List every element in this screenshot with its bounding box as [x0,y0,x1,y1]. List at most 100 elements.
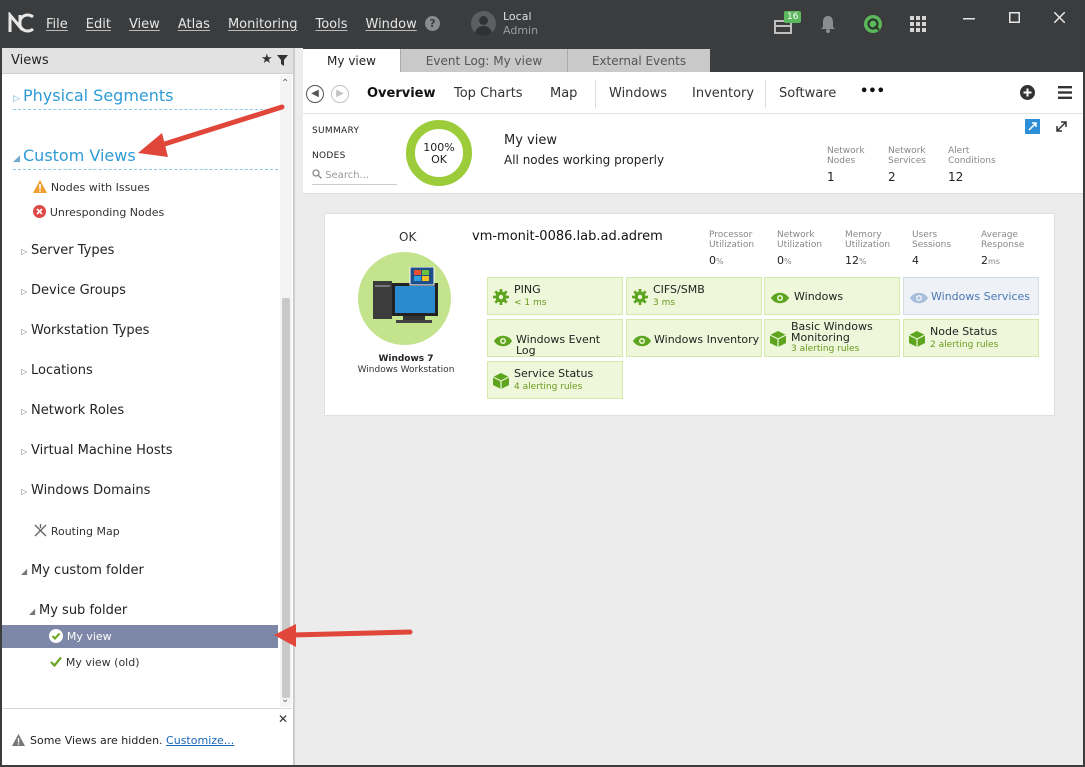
menu-file[interactable]: File [46,17,68,32]
tab-map[interactable]: Map [550,86,577,101]
node-status-circle[interactable] [358,252,451,345]
add-icon[interactable] [1020,85,1035,100]
node-hostname[interactable]: vm-monit-0086.lab.ad.adrem [472,229,663,244]
popout-icon[interactable] [1054,119,1069,134]
monitor-title: PING [514,283,541,296]
apps-grid-icon[interactable] [910,16,926,32]
nodes-search[interactable]: Search... [312,169,397,185]
monitor-windows-event-log[interactable]: Windows Event Log [487,319,623,357]
folder-label: Server Types [31,243,115,258]
tab-overview[interactable]: Overview [367,86,436,101]
monitor-title: Node Status [930,325,998,338]
more-tabs-icon[interactable]: ••• [860,84,885,99]
back-arrow-icon[interactable]: ◀ [306,85,324,103]
metric-processor-label: Processor Utilization [709,230,755,250]
menu-view[interactable]: View [129,17,160,32]
views-panel-title: Views [11,53,49,68]
stat-network-nodes-value[interactable]: 1 [827,170,835,184]
tree-unresponding-nodes[interactable]: Unresponding Nodes [33,205,164,219]
error-icon [33,205,46,218]
hamburger-menu-icon[interactable] [1058,86,1072,99]
menu-window[interactable]: Window [366,17,417,32]
stat-alert-conditions-value[interactable]: 12 [948,170,963,184]
tree-folder-workstation-types[interactable]: ▷ Workstation Types [21,323,149,338]
hidden-views-message: Some Views are hidden. Customize... [30,734,234,747]
menu-tools[interactable]: Tools [315,17,347,32]
metric-sessions-label: Users Sessions [912,230,952,250]
tree-my-custom-folder[interactable]: ◢ My custom folder [21,563,144,578]
collapse-arrow-icon[interactable]: ◢ [29,607,39,616]
scroll-up-icon[interactable]: ⌃ [281,78,289,89]
menu-monitoring[interactable]: Monitoring [228,17,298,32]
status-q-icon[interactable] [863,14,883,34]
tab-top-charts[interactable]: Top Charts [454,86,523,101]
stat-alert-conditions-label: Alert Conditions [948,146,996,166]
monitor-ping[interactable]: PING < 1 ms [487,277,623,315]
tree-folder-server-types[interactable]: ▷ Server Types [21,243,114,258]
nodes-with-issues-label: Nodes with Issues [50,181,150,194]
tree-nodes-with-issues[interactable]: Nodes with Issues [33,180,150,194]
expand-arrow-icon[interactable]: ▷ [21,487,31,496]
customize-link[interactable]: Customize... [166,734,234,747]
monitor-basic-windows-monitoring[interactable]: Basic Windows Monitoring 3 alerting rules [764,319,900,357]
help-icon[interactable]: ? [425,16,440,31]
user-name[interactable]: Local [503,10,532,23]
tab-my-view[interactable]: My view [303,49,400,72]
tree-my-sub-folder[interactable]: ◢ My sub folder [29,603,127,618]
expand-arrow-icon[interactable]: ▷ [21,247,31,256]
metric-response-label: Average Response [981,230,1025,250]
minimize-icon[interactable] [963,18,975,20]
menu-edit[interactable]: Edit [86,17,111,32]
monitor-windows[interactable]: Windows [764,277,900,315]
tree-custom-views[interactable]: ◢ Custom Views [13,146,136,165]
close-footer-icon[interactable]: ✕ [278,712,288,726]
folder-label: Network Roles [31,403,125,418]
tree-folder-device-groups[interactable]: ▷ Device Groups [21,283,126,298]
tab-software[interactable]: Software [779,86,836,101]
scroll-down-icon[interactable]: ⌄ [281,694,289,705]
menu-atlas[interactable]: Atlas [178,17,210,32]
expand-arrow-icon[interactable]: ▷ [13,94,23,104]
tree-folder-windows-domains[interactable]: ▷ Windows Domains [21,483,150,498]
health-donut-chart: 100% OK [406,120,472,186]
expand-arrow-icon[interactable]: ▷ [21,287,31,296]
expand-view-icon[interactable] [1025,119,1040,134]
tab-windows[interactable]: Windows [609,86,667,101]
monitor-node-status[interactable]: Node Status 2 alerting rules [903,319,1039,357]
tree-folder-vm-hosts[interactable]: ▷ Virtual Machine Hosts [21,443,173,458]
tree-routing-map[interactable]: Routing Map [34,524,120,538]
views-panel-header: Views ★ [2,48,293,74]
maximize-icon[interactable] [1009,12,1020,23]
metric-response-value: 2ms [981,254,1000,267]
favorites-star-icon[interactable]: ★ [261,52,273,67]
stat-network-services-value[interactable]: 2 [888,170,896,184]
close-window-icon[interactable] [1054,12,1065,23]
tab-external-events[interactable]: External Events [567,49,710,72]
tree-my-view-old[interactable]: My view (old) [50,655,140,669]
collapse-arrow-icon[interactable]: ◢ [13,154,23,164]
tab-event-log[interactable]: Event Log: My view [400,49,567,72]
forward-arrow-icon[interactable]: ▶ [331,85,349,103]
monitor-service-status[interactable]: Service Status 4 alerting rules [487,361,623,399]
eye-icon [910,292,928,304]
filter-icon[interactable] [277,55,288,66]
panel-splitter[interactable] [294,48,303,765]
user-avatar-icon[interactable] [471,11,496,36]
expand-arrow-icon[interactable]: ▷ [21,447,31,456]
monitor-subtitle: 4 alerting rules [514,382,583,392]
monitor-cifs-smb[interactable]: CIFS/SMB 3 ms [626,277,762,315]
tab-inventory[interactable]: Inventory [692,86,754,101]
monitor-windows-services[interactable]: Windows Services [903,277,1039,315]
collapse-arrow-icon[interactable]: ◢ [21,567,31,576]
tree-folder-locations[interactable]: ▷ Locations [21,363,93,378]
tree-folder-network-roles[interactable]: ▷ Network Roles [21,403,124,418]
expand-arrow-icon[interactable]: ▷ [21,367,31,376]
node-card[interactable]: OK Windows 7 Windows Workstation vm-moni… [324,213,1055,416]
tree-my-view[interactable]: My view [49,629,112,643]
monitor-windows-inventory[interactable]: Windows Inventory [626,319,762,357]
toolbar-divider [595,80,596,108]
expand-arrow-icon[interactable]: ▷ [21,407,31,416]
expand-arrow-icon[interactable]: ▷ [21,327,31,336]
bell-icon[interactable] [820,15,836,33]
monitor-subtitle: 3 alerting rules [791,344,860,354]
